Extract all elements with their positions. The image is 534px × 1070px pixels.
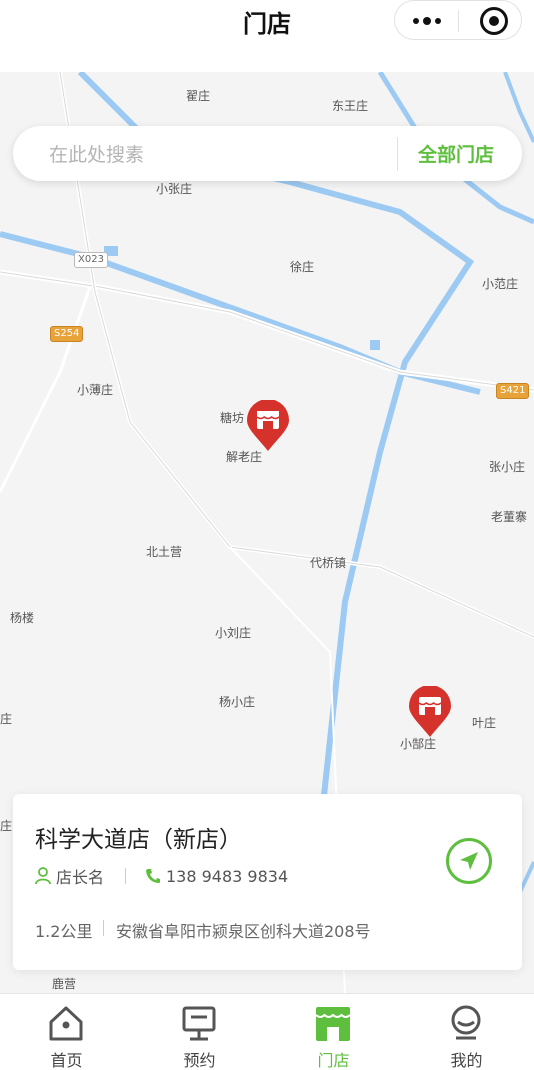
store-name: 科学大道店（新店） bbox=[35, 827, 242, 853]
tab-label: 我的 bbox=[450, 1051, 483, 1070]
tab-label: 首页 bbox=[50, 1051, 83, 1070]
capsule-divider bbox=[458, 10, 459, 32]
road-badge: S421 bbox=[496, 383, 530, 399]
search-input[interactable]: 在此处搜素 bbox=[49, 140, 144, 167]
place-label: 鹿营 bbox=[52, 977, 77, 991]
place-label: 小刘庄 bbox=[215, 626, 252, 640]
tab-label: 预约 bbox=[183, 1051, 216, 1070]
road-badge: X023 bbox=[74, 252, 108, 268]
person-icon bbox=[35, 867, 51, 885]
place-label: 庄 bbox=[0, 712, 13, 726]
store-address: 安徽省阜阳市颍泉区创科大道208号 bbox=[116, 922, 371, 941]
place-label: 小范庄 bbox=[482, 277, 519, 291]
store-distance: 1.2公里 bbox=[35, 922, 93, 941]
place-label: 杨小庄 bbox=[219, 695, 256, 709]
tab-label: 门店 bbox=[317, 1051, 350, 1070]
store-search-bar: 在此处搜素 全部门店 bbox=[13, 126, 522, 181]
profile-icon bbox=[451, 1005, 481, 1040]
home-icon bbox=[49, 1006, 83, 1041]
place-label: 杨楼 bbox=[10, 611, 35, 625]
bottom-tab-bar: 首页 预约 门店 我的 bbox=[0, 993, 534, 1070]
store-phone[interactable]: 138 9483 9834 bbox=[145, 866, 288, 886]
more-dots-icon[interactable] bbox=[413, 14, 443, 28]
place-label: 小张庄 bbox=[156, 182, 193, 196]
info-divider bbox=[125, 868, 126, 884]
navigate-button[interactable] bbox=[446, 838, 492, 884]
place-label: 东王庄 bbox=[332, 99, 369, 113]
place-label: 代桥镇 bbox=[310, 556, 347, 570]
tab-store[interactable]: 门店 bbox=[267, 994, 400, 1070]
place-label: 翟庄 bbox=[186, 89, 211, 103]
place-label: 糖坊 bbox=[220, 411, 245, 425]
miniprogram-capsule bbox=[394, 0, 522, 40]
phone-number[interactable]: 138 9483 9834 bbox=[166, 867, 288, 886]
phone-icon bbox=[146, 869, 160, 883]
booking-icon bbox=[182, 1006, 216, 1041]
tab-profile[interactable]: 我的 bbox=[400, 994, 533, 1070]
target-icon[interactable] bbox=[480, 7, 508, 35]
place-label: 老董寨 bbox=[491, 510, 528, 524]
store-icon bbox=[315, 1007, 351, 1041]
store-marker-icon[interactable] bbox=[246, 400, 290, 452]
header-bar: 门店 bbox=[0, 0, 534, 72]
road-badge: S254 bbox=[50, 326, 84, 342]
manager-name: 店长名 bbox=[56, 868, 105, 887]
place-label: 徐庄 bbox=[290, 260, 315, 274]
store-manager: 店长名 bbox=[35, 866, 105, 887]
place-label: 小薄庄 bbox=[77, 383, 114, 397]
store-card[interactable]: 科学大道店（新店） 店长名 138 9483 9834 1.2公里 安徽省阜阳市… bbox=[13, 794, 522, 970]
place-label: 北土营 bbox=[146, 545, 183, 559]
tab-home[interactable]: 首页 bbox=[0, 994, 133, 1070]
search-divider bbox=[397, 137, 398, 171]
place-label: 张小庄 bbox=[489, 460, 526, 474]
all-stores-button[interactable]: 全部门店 bbox=[418, 140, 494, 167]
info-divider bbox=[103, 920, 104, 936]
place-label: 叶庄 bbox=[472, 716, 497, 730]
tab-booking[interactable]: 预约 bbox=[133, 994, 266, 1070]
navigation-arrow-icon bbox=[460, 852, 478, 870]
store-marker-icon[interactable] bbox=[408, 686, 452, 738]
place-label: 庄 bbox=[0, 819, 13, 833]
